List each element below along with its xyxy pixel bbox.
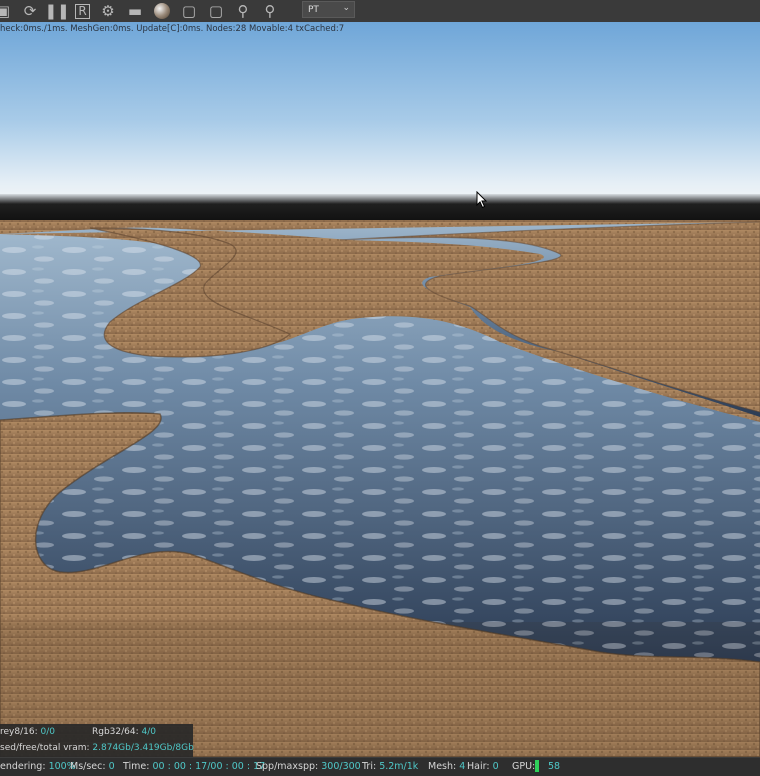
chevron-down-icon: ⌄ xyxy=(342,3,350,13)
rgb-value: 4/0 xyxy=(141,727,157,737)
pause-icon[interactable]: ❚❚ xyxy=(44,2,69,20)
grey-value: 0/0 xyxy=(40,727,55,737)
gpu-usage-bar xyxy=(535,760,539,772)
ms-label: Ms/sec: xyxy=(70,761,106,772)
rendered-scene xyxy=(0,22,760,757)
clapperboard-icon[interactable]: ▬ xyxy=(126,2,144,20)
pin-icon[interactable]: ⚲ xyxy=(234,2,252,20)
rendering-label: endering: xyxy=(0,761,46,772)
frame-icon[interactable]: ▢ xyxy=(180,2,198,20)
spp-value: 300/300 xyxy=(321,761,361,772)
ms-value: 0 xyxy=(108,761,115,772)
vram-value: 2.874Gb/3.419Gb/8Gb xyxy=(92,743,194,753)
pin-alt-icon[interactable]: ⚲ xyxy=(261,2,279,20)
r-icon[interactable]: R xyxy=(75,3,90,19)
vram-label: sed/free/total vram: xyxy=(0,743,90,753)
render-status-bar: endering: 100% Ms/sec: 0 Time: 00 : 00 :… xyxy=(0,757,760,776)
spp-label: Spp/maxspp: xyxy=(256,761,319,772)
tri-label: Tri: xyxy=(362,761,377,772)
time-label: Time: xyxy=(123,761,150,772)
mesh-label: Mesh: xyxy=(428,761,457,772)
render-viewport[interactable] xyxy=(0,22,760,757)
hair-value: 0 xyxy=(492,761,499,772)
material-sphere-icon[interactable] xyxy=(153,2,171,20)
debug-info-line: heck:0ms./1ms. MeshGen:0ms. Update[C]:0m… xyxy=(0,24,345,34)
render-toolbar: ▣ ⟳ ❚❚ R ⚙ ▬ ▢ ▢ ⚲ ⚲ PT ⌄ xyxy=(0,0,760,23)
grey-label: rey8/16: xyxy=(0,727,38,737)
gpu-label: GPU: xyxy=(512,761,536,772)
gpu-value: 58 xyxy=(548,761,561,772)
render-mode-value: PT xyxy=(308,4,319,15)
mouse-cursor-icon xyxy=(476,191,488,209)
mesh-value: 4 xyxy=(459,761,466,772)
time-value: 00 : 00 : 17/00 : 00 : 17 xyxy=(152,761,266,772)
render-mode-select[interactable]: PT ⌄ xyxy=(302,1,355,18)
texture-stats-panel: rey8/16: 0/0 Rgb32/64: 4/0 sed/free/tota… xyxy=(0,724,194,757)
hair-label: Hair: xyxy=(467,761,490,772)
refresh-icon[interactable]: ⟳ xyxy=(21,2,39,20)
gear-icon[interactable]: ⚙ xyxy=(99,2,117,20)
tri-value: 5.2m/1k xyxy=(379,761,419,772)
rgb-label: Rgb32/64: xyxy=(92,727,139,737)
checkbox-icon[interactable]: ▣ xyxy=(0,2,12,20)
frame-alt-icon[interactable]: ▢ xyxy=(207,2,225,20)
